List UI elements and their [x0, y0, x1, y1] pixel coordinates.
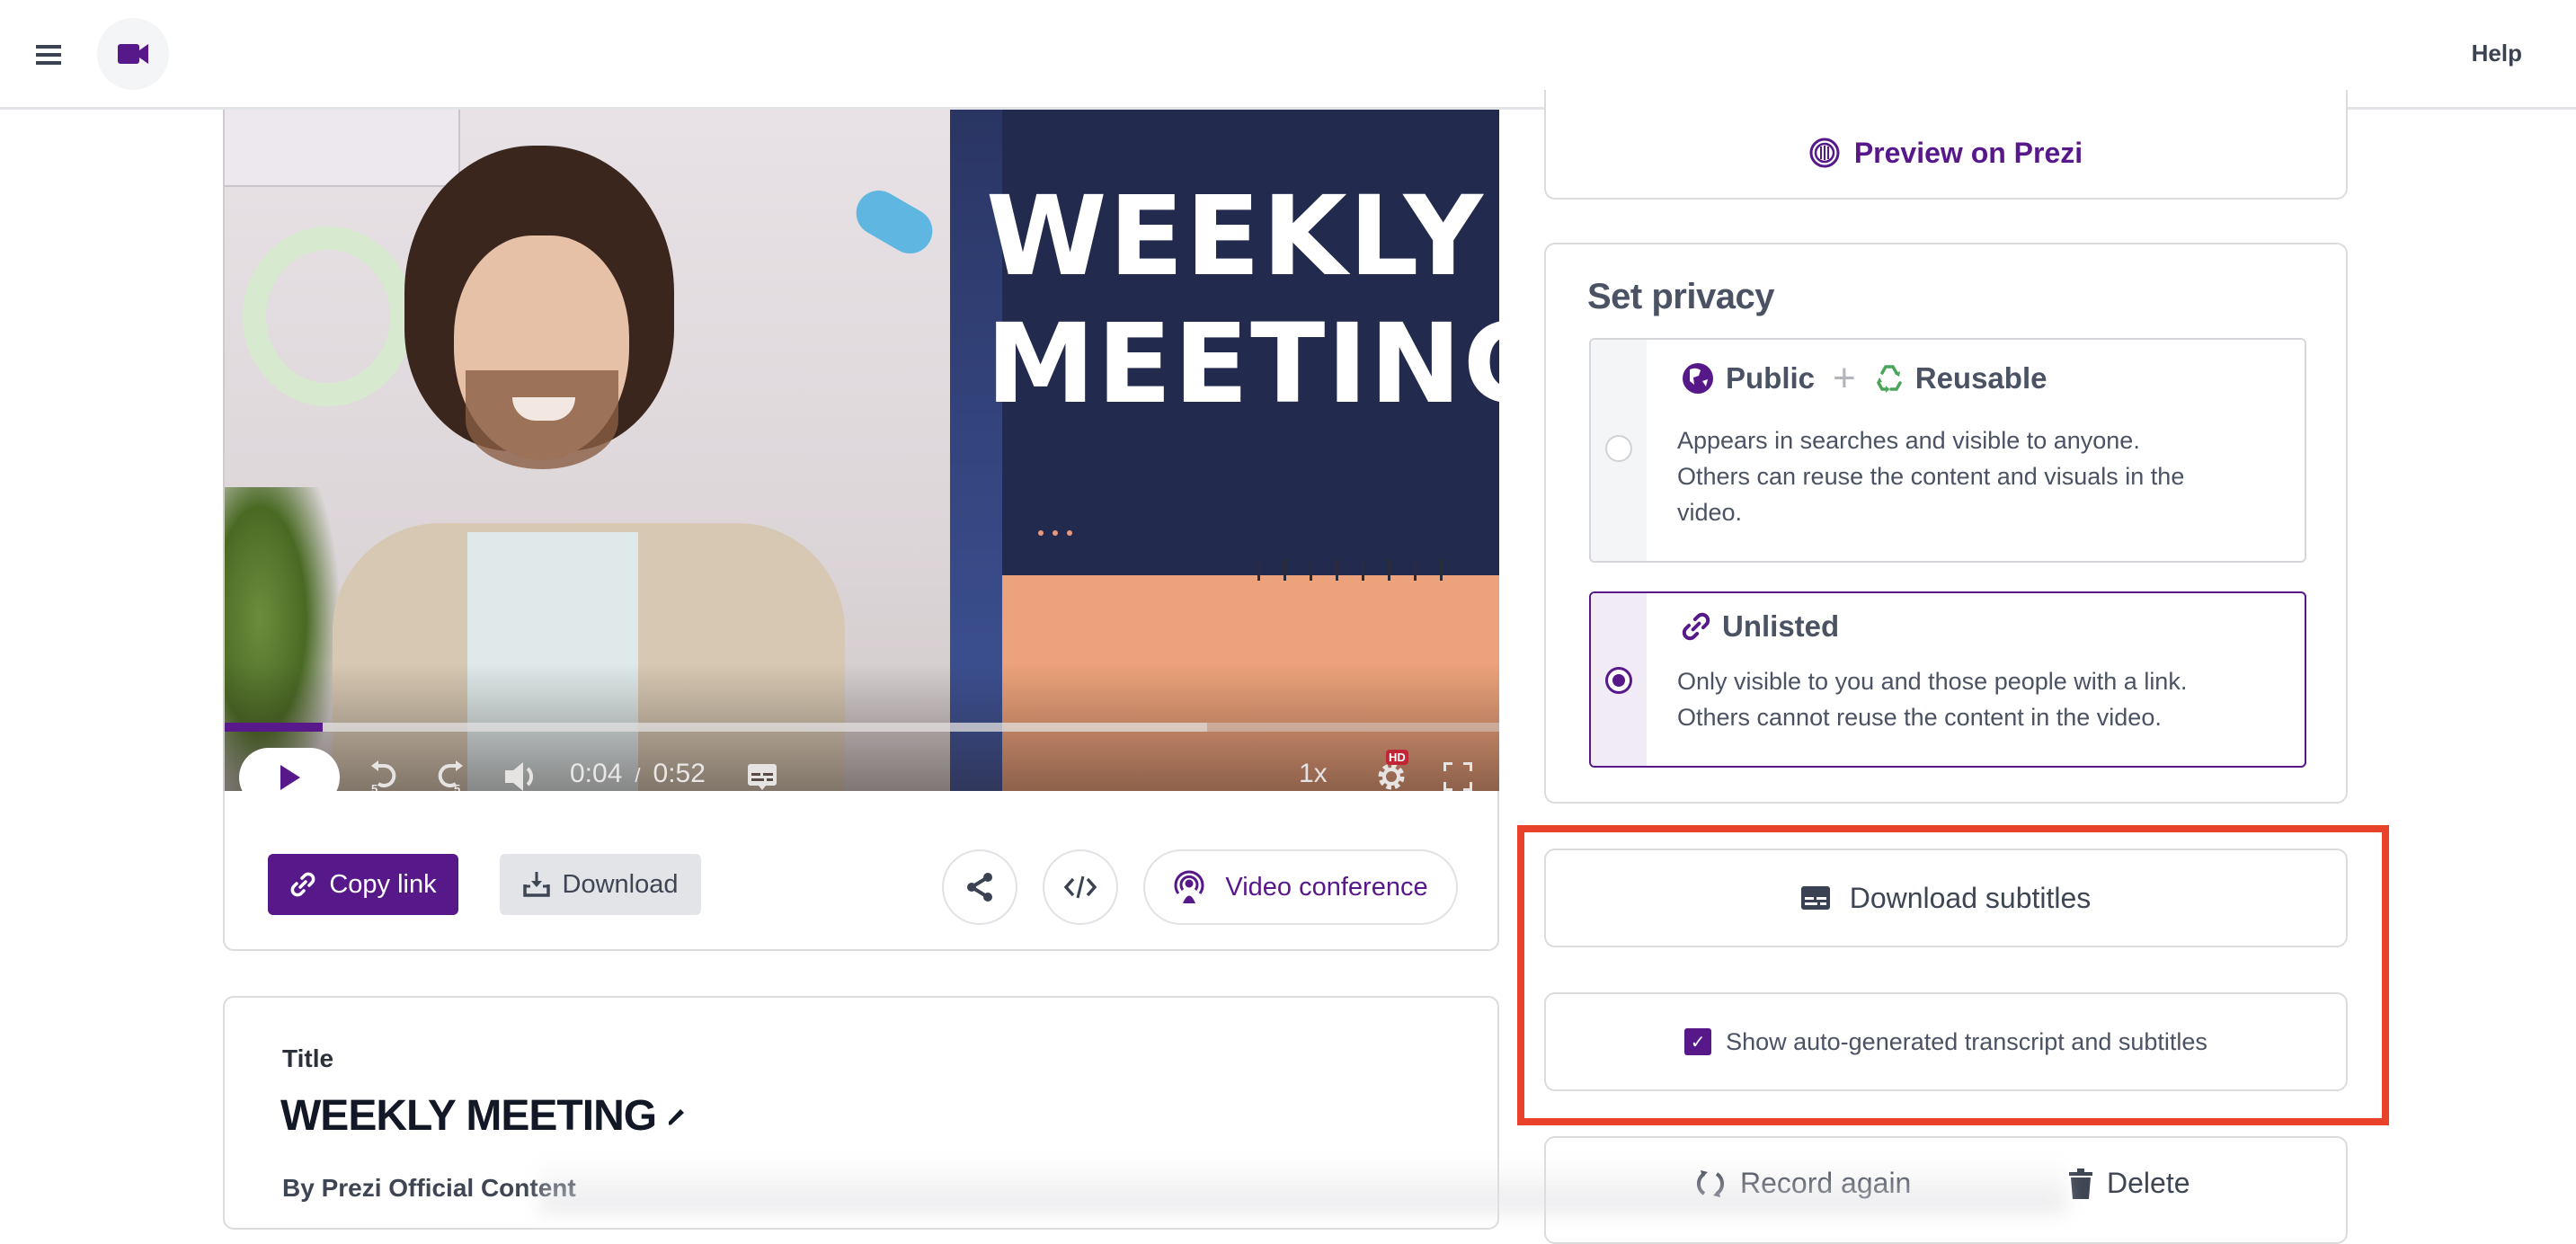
hd-badge: HD [1386, 750, 1408, 765]
record-again-label: Record again [1740, 1167, 1912, 1199]
globe-icon [1683, 363, 1713, 394]
public-label: Public [1726, 361, 1816, 395]
play-icon [280, 765, 300, 790]
video-actions-bar: Copy link Download Video conference [223, 791, 1499, 951]
duration: 0:52 [653, 759, 706, 788]
unlisted-label: Unlisted [1722, 609, 1840, 643]
record-again-button[interactable]: Record again [1695, 1167, 1911, 1200]
public-desc-line: Others can reuse the content and visuals… [1677, 463, 2185, 490]
video-logo-button[interactable] [97, 18, 169, 90]
video-player[interactable]: WEEKLY MEETING 5 5 0:04 / 0:52 1x HD [223, 110, 1499, 816]
privacy-option-public[interactable]: Public + Reusable Appears in searches an… [1589, 338, 2306, 563]
scene-ring [243, 227, 413, 406]
recycle-icon [1876, 365, 1902, 393]
slide-title-line1: WEEKLY [986, 173, 1485, 300]
help-link[interactable]: Help [2472, 40, 2522, 67]
playback-speed-button[interactable]: 1x [1299, 759, 1328, 789]
prezi-logo-icon [1809, 138, 1840, 168]
slide-title-line2: MEETING [986, 300, 1499, 428]
video-camera-icon [118, 44, 148, 64]
share-icon [967, 873, 992, 902]
progress-buffered [225, 723, 1208, 732]
record-delete-card: Record again Delete [1544, 1136, 2348, 1244]
video-details-card: Title WEEKLY MEETING By Prezi Official C… [223, 996, 1499, 1230]
plus-icon: + [1833, 356, 1856, 400]
volume-icon [505, 762, 534, 791]
hamburger-icon-line [36, 53, 61, 57]
share-button[interactable] [942, 849, 1017, 925]
download-subtitles-button[interactable]: Download subtitles [1544, 849, 2348, 947]
preview-label: Preview on Prezi [1853, 136, 2083, 169]
video-title-text: WEEKLY MEETING [280, 1092, 657, 1140]
preview-on-prezi-button[interactable]: Preview on Prezi [1544, 90, 2348, 200]
current-time: 0:04 [570, 759, 623, 788]
unlisted-desc-line: Others cannot reuse the content in the v… [1677, 704, 2162, 731]
download-button[interactable]: Download [500, 854, 701, 915]
copy-link-button[interactable]: Copy link [268, 854, 458, 915]
title-label: Title [282, 1044, 334, 1072]
unlisted-description: Only visible to you and those people wit… [1677, 663, 2269, 735]
captions-icon [748, 764, 777, 790]
fullscreen-icon [1443, 762, 1472, 791]
gear-icon [1378, 763, 1405, 790]
delete-button[interactable]: Delete [2069, 1167, 2190, 1200]
video-conference-label: Video conference [1225, 872, 1428, 902]
refresh-icon [1697, 1169, 1724, 1197]
embed-button[interactable] [1043, 849, 1118, 925]
hamburger-icon-line [36, 61, 61, 65]
slide-ticks [1257, 559, 1443, 581]
public-desc-line: Appears in searches and visible to anyon… [1677, 427, 2140, 454]
code-icon [1064, 875, 1097, 899]
public-heading: Public + Reusable [1681, 356, 2047, 401]
edit-pencil-icon[interactable] [667, 1106, 687, 1127]
progress-bar[interactable] [225, 723, 1499, 732]
download-subtitles-label: Download subtitles [1849, 881, 2092, 914]
slide-dots [1038, 530, 1072, 536]
scene-paper [225, 110, 460, 187]
scene-blue-object [848, 182, 941, 262]
public-desc-line: video. [1677, 499, 1743, 526]
copy-link-label: Copy link [329, 869, 437, 899]
slide-title: WEEKLY MEETING [986, 173, 1499, 428]
reusable-label: Reusable [1914, 361, 2047, 395]
hamburger-icon [36, 45, 61, 49]
video-title[interactable]: WEEKLY MEETING [280, 1091, 687, 1141]
public-description: Appears in searches and visible to anyon… [1677, 422, 2269, 530]
privacy-card: Set privacy Public + Reusable Appears in… [1544, 243, 2348, 804]
privacy-title: Set privacy [1587, 277, 1774, 316]
time-display: 0:04 / 0:52 [570, 759, 706, 789]
broadcast-icon [1174, 870, 1204, 903]
subtitles-icon [1800, 886, 1830, 910]
download-label: Download [562, 869, 679, 899]
unlisted-heading: Unlisted [1681, 609, 1839, 644]
trash-icon [2069, 1168, 2092, 1199]
time-separator: / [635, 764, 641, 786]
unlisted-desc-line: Only visible to you and those people wit… [1677, 668, 2188, 695]
show-transcript-checkbox[interactable]: ✓ [1684, 1028, 1712, 1055]
show-transcript-label[interactable]: Show auto-generated transcript and subti… [1726, 1028, 2207, 1056]
author-text: By Prezi Official Content [282, 1174, 576, 1202]
delete-label: Delete [2107, 1167, 2190, 1199]
radio-unlisted[interactable] [1605, 667, 1632, 694]
transcript-toggle-card: ✓ Show auto-generated transcript and sub… [1544, 992, 2348, 1091]
forward-icon: 5 [438, 760, 463, 795]
radio-public[interactable] [1605, 435, 1632, 462]
download-icon [522, 872, 550, 897]
link-icon [290, 872, 315, 897]
hamburger-menu-button[interactable] [36, 45, 61, 65]
link-icon [1682, 612, 1710, 641]
progress-played [225, 723, 324, 732]
privacy-option-unlisted[interactable]: Unlisted Only visible to you and those p… [1589, 591, 2306, 768]
video-conference-button[interactable]: Video conference [1143, 849, 1458, 925]
rewind-icon: 5 [371, 760, 396, 795]
